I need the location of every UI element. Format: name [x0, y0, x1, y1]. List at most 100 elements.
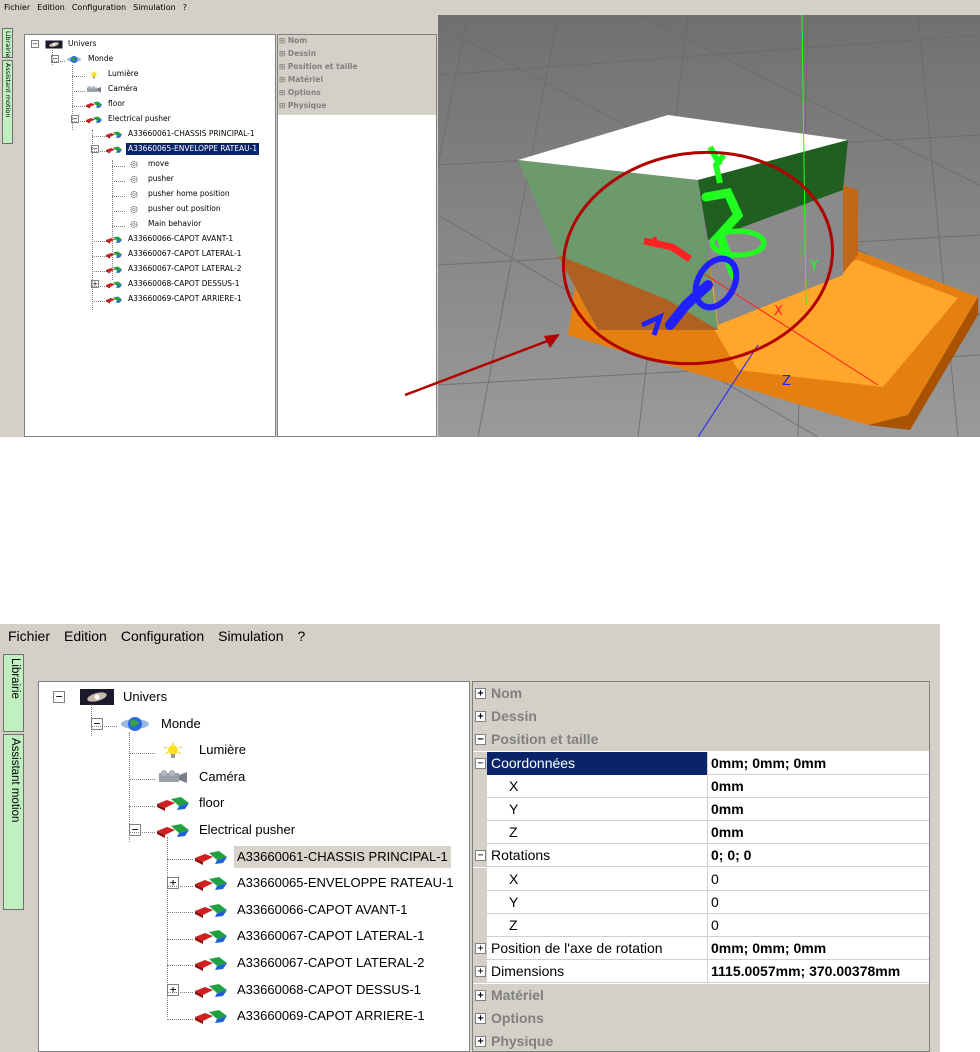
prop-position-label: Position et taille — [287, 62, 358, 71]
prop-value[interactable]: 0mm; 0mm; 0mm — [707, 751, 929, 775]
tree-node-pusher-out-position[interactable]: pusher out position — [125, 203, 223, 215]
prop-row-x-8[interactable]: X0 — [473, 867, 929, 891]
tree2-node-a33660066-capot-avant-1[interactable]: A33660066-CAPOT AVANT-1 — [193, 899, 411, 921]
expand-toggle-icon[interactable]: + — [167, 983, 179, 996]
collapse-toggle-icon[interactable]: − — [475, 850, 486, 862]
expand-toggle-icon[interactable]: + — [475, 989, 486, 1001]
prop-gutter — [473, 867, 487, 891]
tree2-node-univers[interactable]: Univers — [79, 686, 170, 708]
prop-row-z-10[interactable]: Z0 — [473, 914, 929, 937]
prop-value[interactable]: 0 — [707, 914, 929, 937]
collapse-toggle-icon[interactable]: − — [53, 691, 65, 703]
prop-dessin[interactable]: ⊞ Dessin — [279, 49, 316, 59]
prop-physique[interactable]: ⊞ Physique — [279, 101, 326, 111]
prop-row-coordonnees-3[interactable]: − Coordonnées 0mm; 0mm; 0mm — [473, 751, 929, 775]
tree-node-floor[interactable]: floor — [85, 98, 127, 110]
prop-value[interactable]: 0; 0; 0 — [707, 844, 929, 868]
tree2-node-a33660069-capot-arriere-1[interactable]: A33660069-CAPOT ARRIERE-1 — [193, 1005, 428, 1027]
tree-node-main-behavior[interactable]: Main behavior — [125, 218, 203, 230]
collapse-toggle-icon[interactable]: − — [475, 734, 486, 746]
tree-node-electrical-pusher[interactable]: Electrical pusher — [85, 113, 173, 125]
tree-node-a33660068-capot-dessus-1[interactable]: A33660068-CAPOT DESSUS-1 — [105, 278, 242, 290]
prop-value[interactable]: 1115.0057mm; 370.00378mm — [707, 960, 929, 984]
expand-toggle-icon[interactable]: + — [475, 688, 486, 699]
tree-node-a33660066-capot-avant-1[interactable]: A33660066-CAPOT AVANT-1 — [105, 233, 235, 245]
menu-simulation-2[interactable]: Simulation — [218, 628, 283, 644]
tree-node-move[interactable]: move — [125, 158, 171, 170]
expand-toggle-icon[interactable]: + — [475, 711, 486, 723]
menu-simulation[interactable]: Simulation — [133, 3, 176, 12]
prop-row-dimensions-12[interactable]: + Dimensions 1115.0057mm; 370.00378mm — [473, 960, 929, 984]
tree-node-monde[interactable]: Monde — [65, 53, 115, 65]
tree2-node-monde[interactable]: Monde — [117, 713, 204, 735]
prop-row-z-6[interactable]: Z 0mm — [473, 821, 929, 845]
collapse-toggle-icon[interactable]: − — [475, 757, 486, 769]
expand-toggle-icon[interactable]: + — [475, 1012, 486, 1024]
tree-node-pusher-home-position[interactable]: pusher home position — [125, 188, 232, 200]
tree2-node-a33660065-enveloppe-rateau-1[interactable]: A33660065-ENVELOPPE RATEAU-1 — [193, 872, 457, 894]
prop-row-nom-0[interactable]: + Nom — [473, 682, 929, 705]
tree-node-lumiere[interactable]: Lumière — [85, 68, 140, 80]
prop-value[interactable]: 0 — [707, 890, 929, 914]
tree2-node-lumiere[interactable]: Lumière — [155, 739, 249, 761]
tab-librairie[interactable]: Librairie — [2, 28, 13, 58]
menu-configuration-2[interactable]: Configuration — [121, 628, 204, 644]
prop-row-materiel-13[interactable]: + Matériel — [473, 983, 929, 1007]
prop-options[interactable]: ⊞ Options — [279, 88, 321, 98]
tree-node-pusher[interactable]: pusher — [125, 173, 176, 185]
tree2-node-camera[interactable]: Caméra — [155, 766, 248, 788]
prop-row-dessin-1[interactable]: + Dessin — [473, 705, 929, 729]
prop-value[interactable]: 0mm — [707, 821, 929, 845]
prop-label: Z — [509, 824, 518, 841]
prop-value[interactable]: 0mm; 0mm; 0mm — [707, 937, 929, 961]
collapse-toggle-icon[interactable]: − — [91, 717, 103, 730]
tree-node-a33660067-capot-lateral-2[interactable]: A33660067-CAPOT LATERAL-2 — [105, 263, 244, 275]
tree-node-label: A33660065-ENVELOPPE RATEAU-1 — [126, 143, 260, 155]
tree-node-a33660065-enveloppe-rateau-1[interactable]: A33660065-ENVELOPPE RATEAU-1 — [105, 143, 260, 155]
tree2-node-a33660061-chassis-principal-1[interactable]: A33660061-CHASSIS PRINCIPAL-1 — [193, 845, 451, 868]
tab-assistant-motion[interactable]: Assistant motion — [2, 60, 13, 144]
tab-assistant-motion-2[interactable]: Assistant motion — [3, 734, 24, 910]
prop-label: Y — [509, 893, 519, 910]
prop-position-et-taille[interactable]: ⊞ Position et taille — [279, 62, 358, 72]
prop-row-x-4[interactable]: X 0mm — [473, 774, 929, 798]
prop-row-position-de-l-axe-de-rotation-11[interactable]: + Position de l'axe de rotation 0mm; 0mm; … — [473, 937, 929, 961]
tree2-node-floor[interactable]: floor — [155, 792, 227, 814]
tree-node-univers[interactable]: Univers — [45, 38, 98, 50]
expand-toggle-icon[interactable]: + — [167, 877, 179, 890]
tree-connector — [112, 210, 125, 212]
tree2-node-a33660067-capot-lateral-2[interactable]: A33660067-CAPOT LATERAL-2 — [193, 952, 427, 974]
prop-row-position-et-taille-2[interactable]: − Position et taille — [473, 728, 929, 752]
tree2-node-a33660067-capot-lateral-1[interactable]: A33660067-CAPOT LATERAL-1 — [193, 925, 427, 947]
menu-edition[interactable]: Edition — [37, 3, 65, 12]
prop-row-y-9[interactable]: Y0 — [473, 890, 929, 914]
menu-edition-2[interactable]: Edition — [64, 628, 107, 644]
expand-toggle-icon[interactable]: + — [475, 943, 486, 955]
prop-nom[interactable]: ⊞ Nom — [279, 36, 307, 46]
menu-configuration[interactable]: Configuration — [72, 3, 126, 12]
prop-materiel[interactable]: ⊞ Matériel — [279, 75, 323, 85]
prop-row-physique-15[interactable]: + Physique — [473, 1030, 929, 1051]
prop-row-options-14[interactable]: + Options — [473, 1006, 929, 1030]
tree2-node-electrical-pusher[interactable]: Electrical pusher — [155, 819, 298, 841]
tree-node-a33660069-capot-arriere-1[interactable]: A33660069-CAPOT ARRIERE-1 — [105, 293, 244, 305]
prop-row-y-5[interactable]: Y 0mm — [473, 798, 929, 821]
menu-help-2[interactable]: ? — [297, 628, 305, 644]
tree-node-camera[interactable]: Caméra — [85, 83, 139, 95]
prop-value[interactable]: 0 — [707, 867, 929, 891]
menu-help[interactable]: ? — [183, 3, 187, 12]
collapse-toggle-icon[interactable]: − — [129, 824, 141, 836]
collapse-toggle-icon[interactable]: − — [31, 40, 39, 48]
menu-fichier-2[interactable]: Fichier — [8, 628, 50, 644]
expand-toggle-icon[interactable]: + — [475, 1036, 486, 1047]
tree-connector — [72, 65, 73, 130]
menu-fichier[interactable]: Fichier — [4, 3, 30, 12]
prop-value[interactable]: 0mm — [707, 774, 929, 798]
expand-toggle-icon[interactable]: + — [475, 966, 486, 978]
tree-node-a33660061-chassis-principal-1[interactable]: A33660061-CHASSIS PRINCIPAL-1 — [105, 128, 257, 140]
tab-librairie-2[interactable]: Librairie — [3, 654, 24, 732]
tree2-node-a33660068-capot-dessus-1[interactable]: A33660068-CAPOT DESSUS-1 — [193, 979, 424, 1001]
prop-row-rotations-7[interactable]: − Rotations 0; 0; 0 — [473, 844, 929, 868]
tree-node-a33660067-capot-lateral-1[interactable]: A33660067-CAPOT LATERAL-1 — [105, 248, 244, 260]
prop-value[interactable]: 0mm — [707, 798, 929, 821]
